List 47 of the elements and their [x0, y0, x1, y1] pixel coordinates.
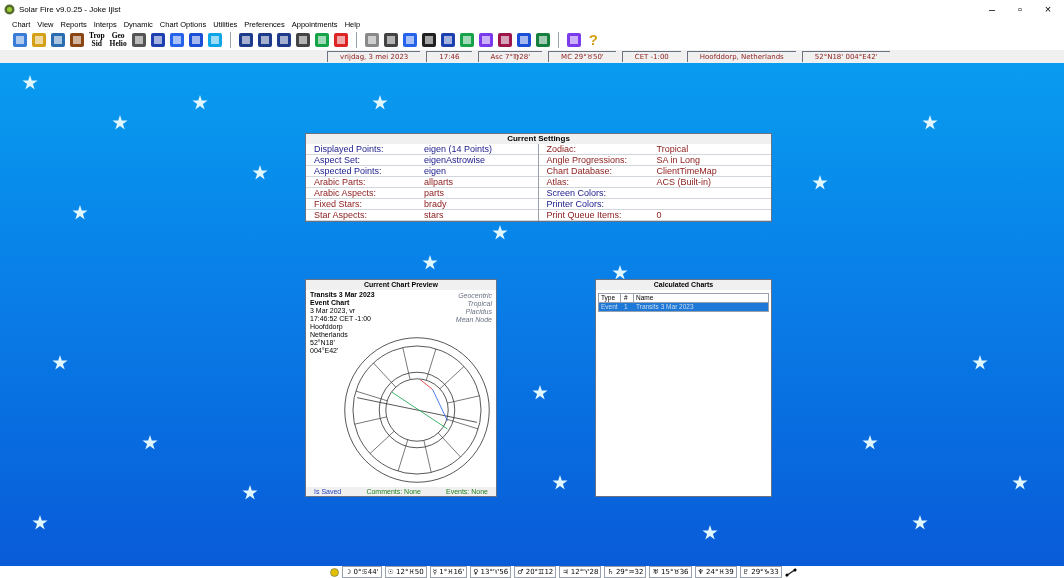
toolbar-icon[interactable] [275, 32, 292, 48]
window-title: Solar Fire v9.0.25 - Joke Ijlst [19, 3, 121, 16]
toolbar-icon[interactable] [237, 32, 254, 48]
setting-label: Star Aspects: [313, 210, 369, 220]
toolbar-icon[interactable] [515, 32, 532, 48]
setting-value: brady [424, 199, 447, 209]
setting-label: Printer Colors: [545, 199, 605, 209]
setting-value: parts [424, 188, 444, 198]
toolbar-icon[interactable] [439, 32, 456, 48]
toolbar-icon[interactable] [256, 32, 273, 48]
toolbar-icon[interactable] [496, 32, 513, 48]
setting-value: eigen (14 Points) [424, 144, 493, 154]
toolbar-icon[interactable] [149, 32, 166, 48]
setting-value: allparts [424, 177, 453, 187]
setting-label: Arabic Parts: [313, 177, 367, 187]
setting-value: SA in Long [656, 155, 701, 165]
setting-label: Displayed Points: [313, 144, 385, 154]
setting-label: Fixed Stars: [313, 199, 363, 209]
app-logo-icon [4, 4, 15, 15]
setting-label: Arabic Aspects: [313, 188, 378, 198]
setting-value: 0 [656, 210, 662, 220]
panel-title: Current Settings [306, 134, 771, 144]
setting-label: Screen Colors: [545, 188, 608, 198]
toolbar-icon[interactable] [69, 32, 85, 48]
setting-value: Tropical [656, 144, 689, 154]
toolbar-icon[interactable] [420, 32, 437, 48]
setting-label: Angle Progressions: [545, 155, 629, 165]
setting-label: Zodiac: [545, 144, 577, 154]
moon-phase-icon [330, 567, 339, 577]
setting-label: Aspected Points: [313, 166, 383, 176]
minimize-button[interactable]: – [980, 1, 1004, 18]
setting-value: stars [424, 210, 444, 220]
setting-value: ClientTimeMap [656, 166, 717, 176]
setting-value: eigenAstrowise [424, 155, 486, 165]
setting-label: Chart Database: [545, 166, 614, 176]
setting-value: ACS (Built-in) [656, 177, 711, 187]
setting-value: eigen [424, 166, 447, 176]
close-button[interactable]: × [1036, 1, 1060, 18]
resize-icon[interactable] [784, 567, 797, 577]
toolbar-icon[interactable] [382, 32, 399, 48]
maximize-button[interactable]: ▫ [1008, 1, 1032, 18]
setting-label: Atlas: [545, 177, 570, 187]
toolbar-icon[interactable] [294, 32, 311, 48]
setting-label: Aspect Set: [313, 155, 362, 165]
setting-label: Print Queue Items: [545, 210, 623, 220]
toolbar-icon[interactable] [187, 32, 204, 48]
toolbar-icon[interactable] [130, 32, 147, 48]
